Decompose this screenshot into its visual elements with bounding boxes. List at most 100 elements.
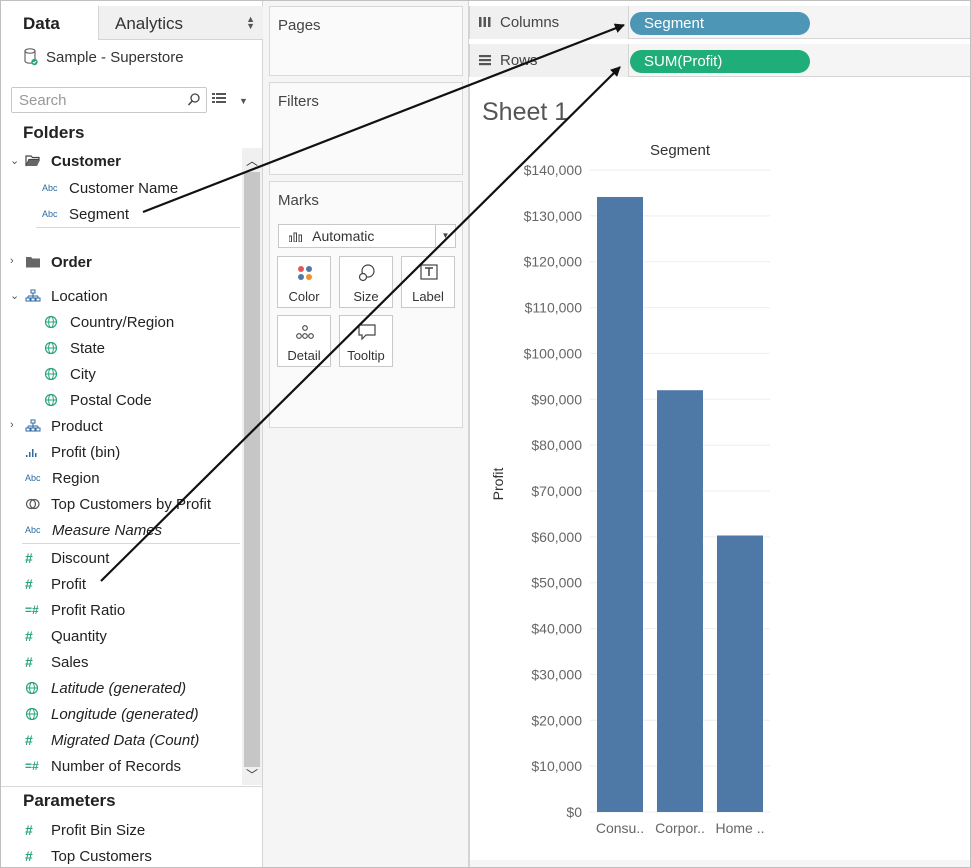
data-pane-scrollbar[interactable]: ︿ ﹀ — [242, 148, 262, 785]
measure-profit[interactable]: # Profit — [25, 572, 86, 596]
label-button[interactable]: Label — [401, 256, 455, 308]
number-type-icon: # — [25, 822, 33, 838]
data-pane: Data Analytics ▲▼ Sample - Superstore ▼ … — [0, 0, 263, 868]
tab-analytics[interactable]: Analytics ▲ ▼ — [98, 6, 263, 40]
dropdown-arrow-icon[interactable]: ▼ — [435, 225, 455, 247]
search-input[interactable] — [12, 88, 182, 112]
divider — [22, 543, 240, 544]
sum-profit-pill[interactable]: SUM(Profit) — [630, 50, 810, 73]
string-type-icon: Abc — [42, 209, 58, 219]
measure-number-of-records[interactable]: =# Number of Records — [25, 754, 181, 778]
tab-data[interactable]: Data — [0, 6, 98, 40]
set-top-customers-by-profit[interactable]: Top Customers by Profit — [25, 492, 211, 516]
field-profit-bin[interactable]: Profit (bin) — [25, 440, 120, 464]
folder-customer-label: Customer — [51, 152, 122, 170]
color-button[interactable]: Color — [277, 256, 331, 308]
field-segment[interactable]: Abc Segment — [42, 202, 129, 226]
bar-chart-icon — [289, 232, 302, 243]
hierarchy-location[interactable]: ⌄ Location — [0, 284, 108, 308]
field-region-label: Region — [52, 469, 100, 487]
y-tick-label: $60,000 — [531, 529, 582, 545]
chevron-down-icon[interactable]: ⌄ — [10, 154, 20, 167]
chevron-right-icon[interactable]: › — [10, 419, 20, 431]
field-measure-names-label: Measure Names — [52, 521, 163, 539]
segment-pill[interactable]: Segment — [630, 12, 810, 35]
measure-quantity[interactable]: # Quantity — [25, 624, 107, 648]
measure-migrated-data-label: Migrated Data (Count) — [51, 731, 200, 749]
rows-shelf[interactable]: Rows SUM(Profit) — [469, 44, 971, 77]
rows-shelf-label: Rows — [469, 44, 629, 77]
hierarchy-location-label: Location — [51, 287, 108, 305]
chevron-up-icon[interactable]: ︿ — [246, 152, 258, 169]
divider — [36, 227, 240, 228]
measure-discount-label: Discount — [51, 549, 110, 567]
field-region[interactable]: Abc Region — [25, 466, 100, 490]
param-profit-bin-size[interactable]: # Profit Bin Size — [25, 818, 145, 842]
y-tick-label: $90,000 — [531, 391, 582, 407]
x-tick-label: Consu.. — [596, 820, 644, 836]
measure-number-of-records-label: Number of Records — [51, 757, 182, 775]
measure-sales[interactable]: # Sales — [25, 650, 89, 674]
measure-profit-ratio[interactable]: =# Profit Ratio — [25, 598, 125, 622]
scroll-thumb[interactable] — [244, 172, 260, 767]
list-view-icon[interactable] — [212, 92, 226, 105]
mark-type-value: Automatic — [312, 228, 375, 244]
field-city[interactable]: City — [44, 362, 96, 386]
tooltip-button[interactable]: Tooltip — [339, 315, 393, 367]
measure-quantity-label: Quantity — [51, 627, 107, 645]
bar-consumer[interactable] — [597, 196, 643, 813]
field-country-region[interactable]: Country/Region — [44, 310, 174, 334]
field-profit-bin-label: Profit (bin) — [51, 443, 121, 461]
hierarchy-product[interactable]: › Product — [0, 414, 103, 438]
sheet-bottom-bar — [470, 860, 971, 868]
datasource[interactable]: Sample - Superstore — [24, 48, 184, 66]
text-label-icon — [420, 264, 438, 280]
folder-customer[interactable]: ⌄ Customer — [0, 149, 121, 173]
color-button-label: Color — [288, 289, 320, 304]
chevron-down-icon[interactable]: ﹀ — [246, 766, 258, 783]
datasource-name: Sample - Superstore — [46, 48, 184, 66]
marks-card: Marks Automatic ▼ Color Size Label Detai… — [269, 181, 463, 428]
pages-card[interactable]: Pages — [269, 6, 463, 76]
filters-card[interactable]: Filters — [269, 82, 463, 175]
param-top-customers[interactable]: # Top Customers — [25, 844, 152, 868]
hierarchy-icon — [25, 289, 41, 302]
dropdown-arrow-icon[interactable]: ▼ — [239, 96, 248, 106]
mark-type-select[interactable]: Automatic ▼ — [278, 224, 456, 248]
bar-home-office[interactable] — [717, 535, 763, 812]
y-tick-label: $30,000 — [531, 666, 582, 682]
string-type-icon: Abc — [42, 183, 58, 193]
shelf-pane: Pages Filters Marks Automatic ▼ Color Si… — [263, 0, 469, 868]
y-tick-label: $100,000 — [524, 345, 583, 361]
detail-button-label: Detail — [287, 348, 321, 363]
calculated-number-icon: =# — [25, 603, 39, 617]
measure-migrated-data[interactable]: # Migrated Data (Count) — [25, 728, 199, 752]
field-measure-names[interactable]: Abc Measure Names — [25, 518, 162, 542]
folder-open-icon — [25, 155, 40, 167]
y-tick-label: $0 — [566, 804, 582, 820]
number-type-icon: # — [25, 848, 33, 864]
measure-discount[interactable]: # Discount — [25, 546, 109, 570]
field-postal-code-label: Postal Code — [70, 391, 152, 409]
field-customer-name-label: Customer Name — [69, 179, 179, 197]
x-axis-ticks: Consu.. Corpor.. Home .. — [596, 820, 765, 836]
y-tick-label: $50,000 — [531, 575, 582, 591]
measure-profit-label: Profit — [51, 575, 87, 593]
field-customer-name[interactable]: Abc Customer Name — [42, 176, 178, 200]
measure-latitude-label: Latitude (generated) — [51, 679, 187, 697]
bar-corporate[interactable] — [657, 390, 703, 812]
field-state[interactable]: State — [44, 336, 105, 360]
size-button[interactable]: Size — [339, 256, 393, 308]
columns-shelf[interactable]: Columns Segment — [469, 6, 971, 39]
measure-sales-label: Sales — [51, 653, 89, 671]
search-box[interactable] — [11, 87, 207, 113]
param-profit-bin-size-label: Profit Bin Size — [51, 821, 146, 839]
folder-order[interactable]: › Order — [0, 250, 92, 274]
globe-icon — [25, 707, 39, 721]
chevron-right-icon[interactable]: › — [10, 255, 20, 267]
measure-latitude[interactable]: Latitude (generated) — [25, 676, 186, 700]
detail-button[interactable]: Detail — [277, 315, 331, 367]
chevron-down-icon[interactable]: ⌄ — [10, 289, 20, 302]
measure-longitude[interactable]: Longitude (generated) — [25, 702, 199, 726]
field-postal-code[interactable]: Postal Code — [44, 388, 152, 412]
